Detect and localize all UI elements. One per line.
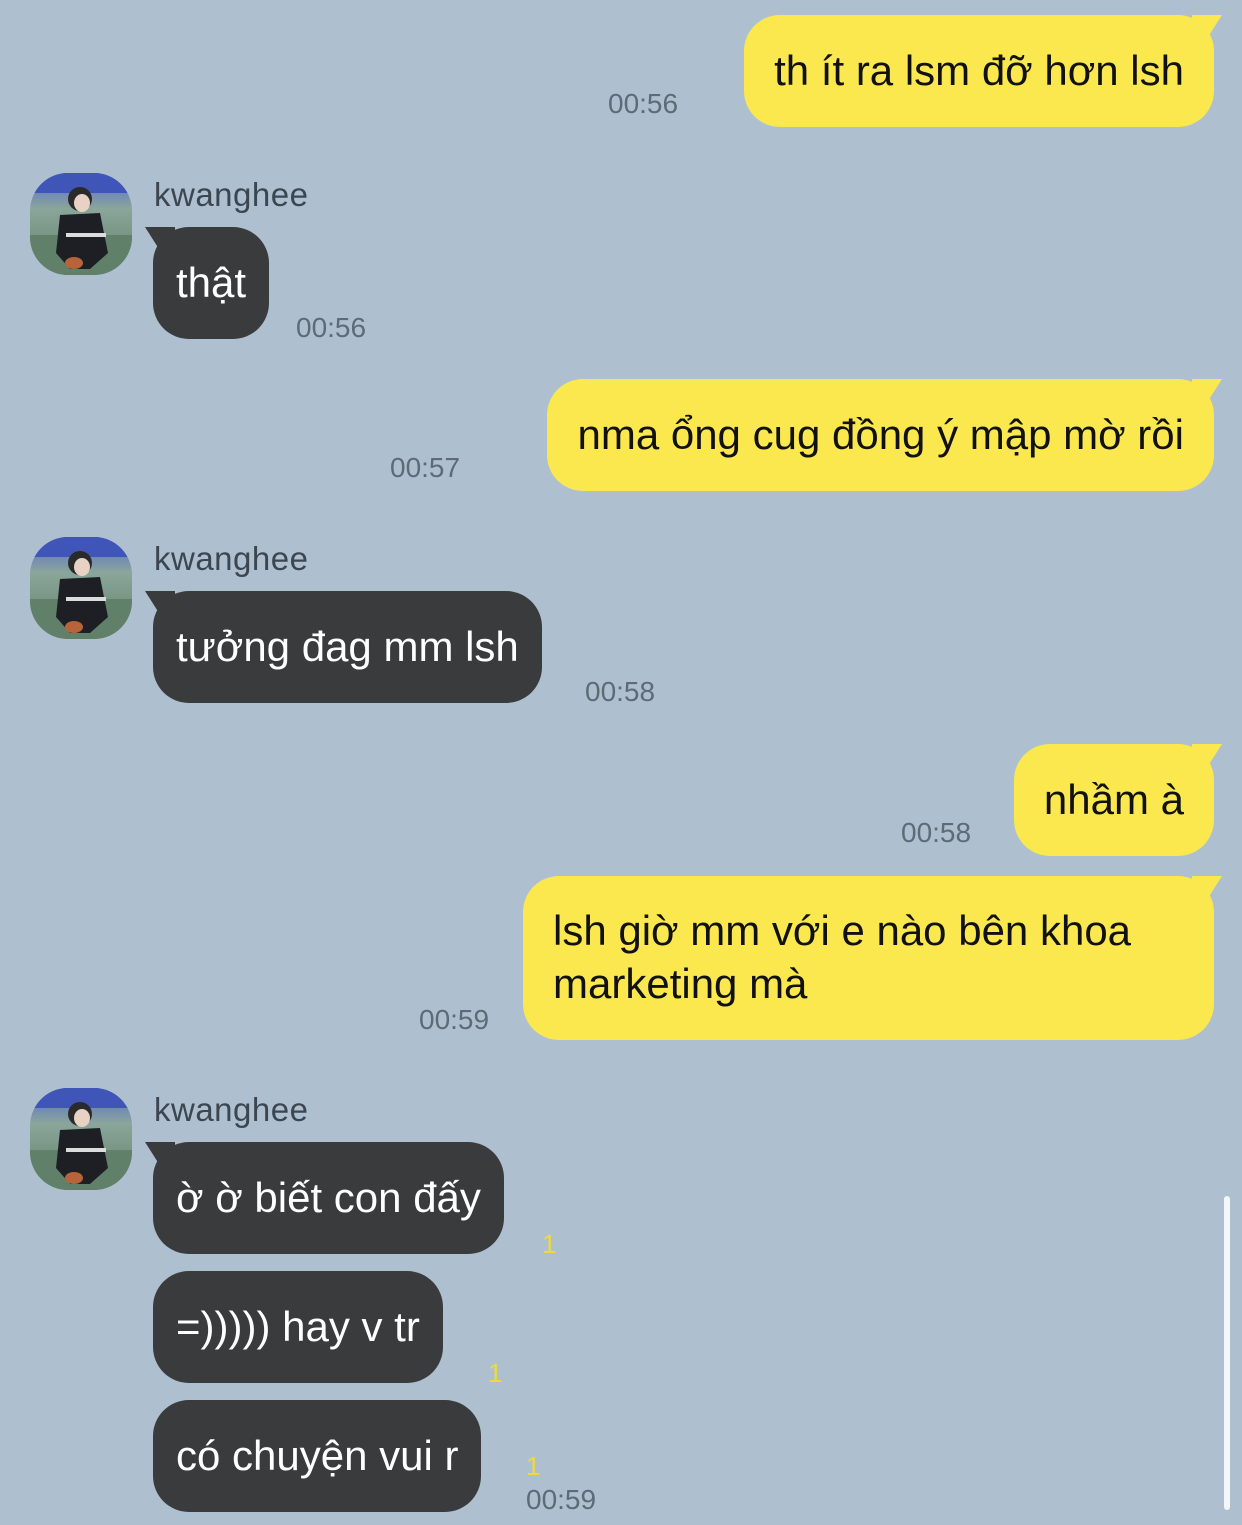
- message-time: 00:57: [390, 452, 461, 483]
- message-text: thật: [176, 259, 247, 306]
- message-text-line: lsh giờ mm với e nào bên khoa: [553, 907, 1132, 954]
- message-bubble[interactable]: lsh giờ mm với e nào bên khoa marketing …: [523, 876, 1214, 1040]
- incoming-message[interactable]: tưởng đag mm lsh: [153, 591, 542, 703]
- unread-count: 1: [542, 1229, 557, 1259]
- outgoing-message[interactable]: nhầm à: [1013, 744, 1214, 856]
- sender-name: kwanghee: [154, 1091, 309, 1128]
- message-bubble[interactable]: th ít ra lsm đỡ hơn lsh: [744, 15, 1214, 127]
- message-text: tưởng đag mm lsh: [176, 623, 519, 670]
- message-bubble[interactable]: nhầm à: [1013, 744, 1214, 856]
- message-text: ờ ờ biết con đấy: [176, 1174, 481, 1221]
- message-bubble[interactable]: nma ổng cug đồng ý mập mờ rồi: [547, 379, 1214, 491]
- incoming-message[interactable]: có chuyện vui r: [153, 1400, 482, 1512]
- message-time: 00:59: [526, 1484, 597, 1515]
- profile-photo-icon: [30, 537, 132, 639]
- profile-photo-icon: [30, 173, 132, 275]
- message-time: 00:58: [585, 676, 656, 707]
- incoming-message[interactable]: ờ ờ biết con đấy: [153, 1142, 504, 1254]
- avatar[interactable]: [30, 173, 132, 275]
- sender-name: kwanghee: [154, 176, 309, 213]
- profile-photo-icon: [30, 1088, 132, 1190]
- avatar[interactable]: [30, 537, 132, 639]
- outgoing-message[interactable]: lsh giờ mm với e nào bên khoa marketing …: [523, 876, 1214, 1040]
- unread-count: 1: [526, 1451, 541, 1481]
- message-text: nma ổng cug đồng ý mập mờ rồi: [577, 411, 1184, 458]
- message-text: có chuyện vui r: [176, 1432, 459, 1479]
- message-time: 00:59: [419, 1004, 490, 1035]
- sender-name: kwanghee: [154, 540, 309, 577]
- message-time: 00:56: [608, 88, 679, 119]
- message-time: 00:56: [296, 312, 367, 343]
- message-time: 00:58: [901, 817, 972, 848]
- scrollbar[interactable]: [1224, 1196, 1230, 1510]
- incoming-message[interactable]: thật: [153, 227, 270, 339]
- message-text: nhầm à: [1043, 776, 1184, 823]
- message-text: th ít ra lsm đỡ hơn lsh: [774, 47, 1184, 94]
- message-text: =))))) hay v tr: [176, 1303, 420, 1350]
- outgoing-message[interactable]: nma ổng cug đồng ý mập mờ rồi: [547, 379, 1214, 491]
- chat-conversation[interactable]: th ít ra lsm đỡ hơn lsh 00:56 kwanghee t…: [0, 0, 1242, 1525]
- message-text-line: marketing mà: [553, 960, 808, 1007]
- unread-count: 1: [488, 1358, 503, 1388]
- incoming-message[interactable]: =))))) hay v tr: [153, 1271, 443, 1383]
- avatar[interactable]: [30, 1088, 132, 1190]
- outgoing-message[interactable]: th ít ra lsm đỡ hơn lsh: [744, 15, 1214, 127]
